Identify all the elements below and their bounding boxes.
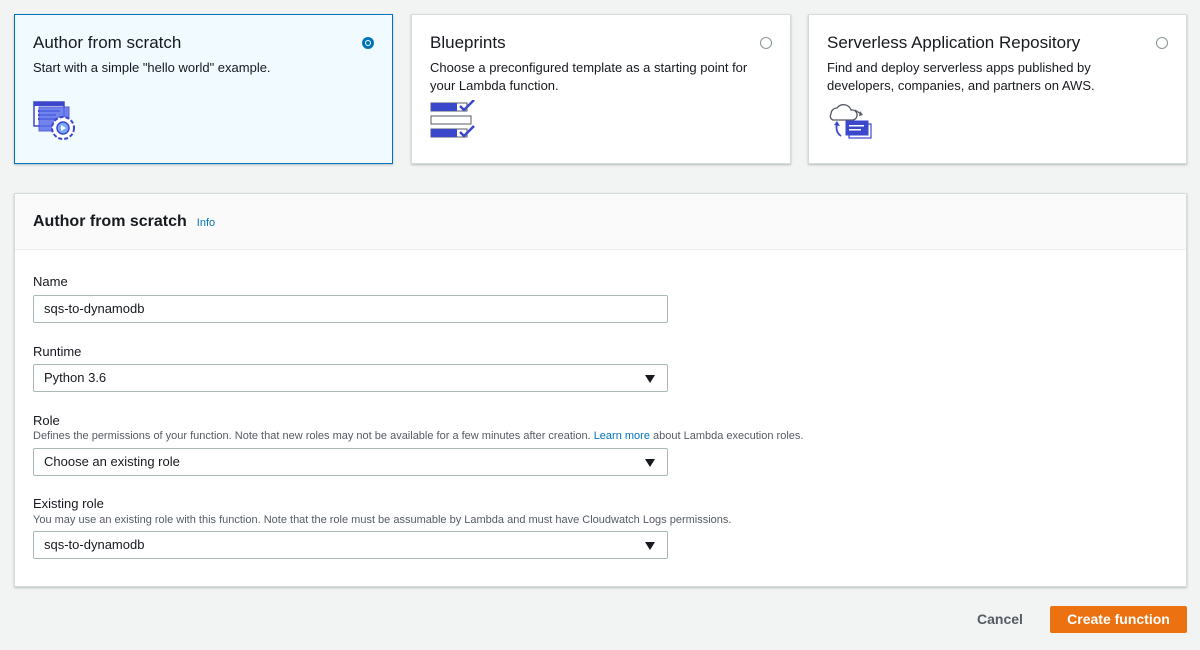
panel-title: Author from scratch: [33, 212, 187, 230]
name-label: Name: [33, 274, 68, 289]
author-from-scratch-panel: Author from scratch Info Name sqs-to-dyn…: [14, 193, 1187, 587]
option-title: Author from scratch: [33, 33, 182, 52]
option-card-serverless-app-repo[interactable]: Serverless Application Repository Find a…: [808, 14, 1187, 164]
option-radio[interactable]: [1156, 37, 1168, 49]
existing-role-description: You may use an existing role with this f…: [33, 514, 732, 526]
checklist-icon: [430, 99, 478, 149]
option-title: Blueprints: [430, 33, 506, 52]
option-card-author-from-scratch[interactable]: Author from scratch Start with a simple …: [14, 14, 393, 164]
role-value: Choose an existing role: [44, 454, 180, 469]
option-description: Choose a preconfigured template as a sta…: [430, 60, 748, 93]
existing-role-value: sqs-to-dynamodb: [44, 537, 145, 552]
code-gear-icon: [33, 100, 81, 149]
create-function-button[interactable]: Create function: [1050, 606, 1187, 633]
option-description: Find and deploy serverless apps publishe…: [827, 60, 1095, 93]
option-title: Serverless Application Repository: [827, 33, 1081, 52]
option-radio[interactable]: [362, 37, 374, 49]
panel-header: Author from scratch Info: [15, 194, 1186, 250]
existing-role-label: Existing role: [33, 496, 104, 511]
option-radio[interactable]: [760, 37, 772, 49]
learn-more-link[interactable]: Learn more: [594, 430, 650, 442]
runtime-label: Runtime: [33, 344, 82, 359]
chevron-down-icon: [645, 542, 655, 550]
role-label: Role: [33, 413, 60, 428]
runtime-select[interactable]: Python 3.6: [33, 364, 668, 392]
runtime-value: Python 3.6: [44, 370, 107, 385]
option-description: Start with a simple "hello world" exampl…: [33, 60, 271, 75]
chevron-down-icon: [645, 375, 655, 383]
role-description: Defines the permissions of your function…: [33, 430, 803, 442]
name-input[interactable]: sqs-to-dynamodb: [33, 295, 668, 323]
chevron-down-icon: [645, 459, 655, 467]
cancel-button[interactable]: Cancel: [964, 606, 1036, 632]
role-desc-text: Defines the permissions of your function…: [33, 430, 594, 442]
option-card-blueprints[interactable]: Blueprints Choose a preconfigured templa…: [411, 14, 791, 164]
role-select[interactable]: Choose an existing role: [33, 448, 668, 476]
info-link[interactable]: Info: [197, 217, 215, 229]
cloud-deploy-icon: [827, 100, 875, 149]
existing-role-select[interactable]: sqs-to-dynamodb: [33, 531, 668, 559]
role-desc-text-end: about Lambda execution roles.: [649, 430, 804, 442]
